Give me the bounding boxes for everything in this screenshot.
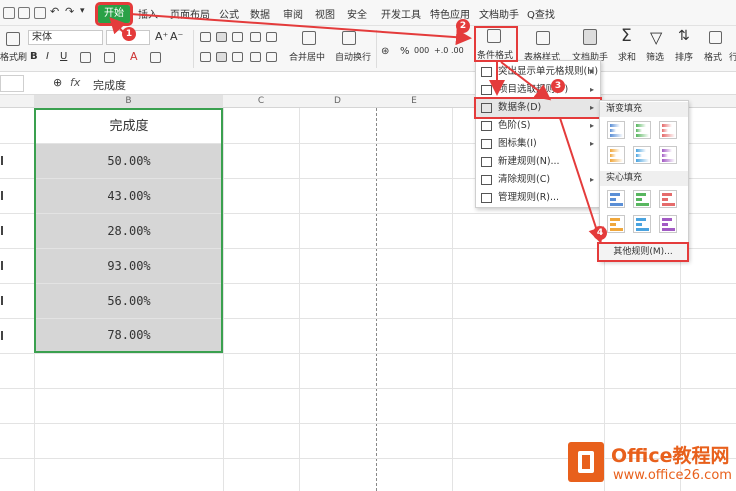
annotation-arrows (109, 13, 604, 244)
watermark-logo: Office教程网 www.office26.com (561, 437, 736, 491)
logo-url: www.office26.com (613, 468, 732, 483)
arrow-4 (559, 117, 604, 244)
arrow-1 (129, 13, 472, 46)
step-marker-3: 3 (551, 79, 565, 93)
step-marker-4: 4 (593, 226, 607, 240)
arrow-3 (500, 61, 552, 101)
logo-title: Office教程网 (611, 445, 730, 467)
office-logo-icon (568, 442, 604, 482)
step-marker-1: 1 (122, 27, 136, 41)
step-marker-2: 2 (456, 19, 470, 33)
